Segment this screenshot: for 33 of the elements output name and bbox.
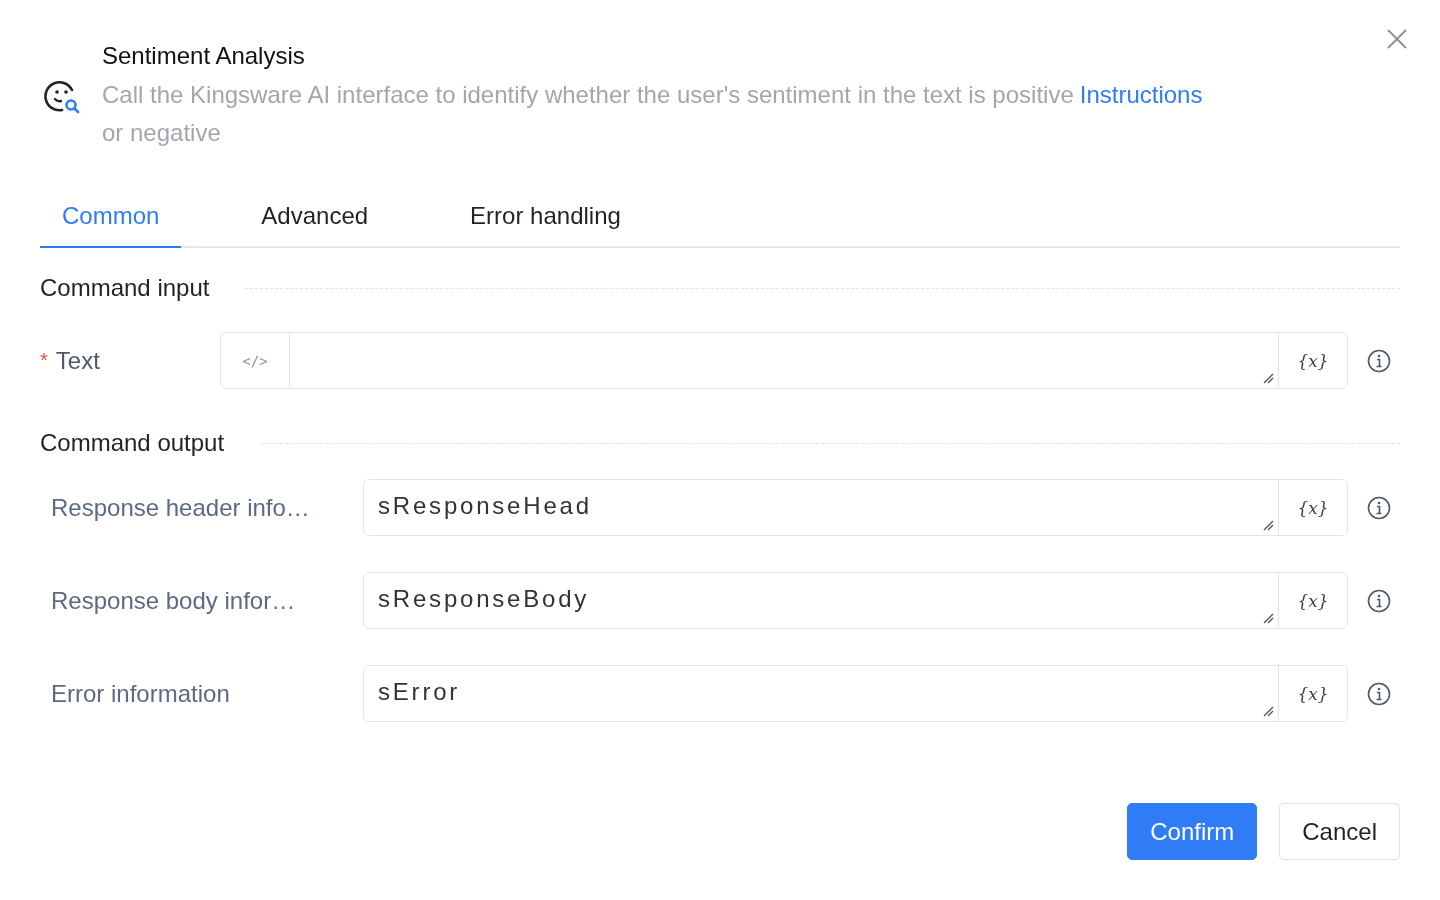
info-icon[interactable] bbox=[1367, 681, 1391, 706]
info-icon[interactable] bbox=[1367, 348, 1391, 373]
field-label: Error information bbox=[51, 679, 231, 708]
resize-grip-icon[interactable] bbox=[1262, 519, 1274, 531]
field-label: Response header info… bbox=[51, 493, 311, 522]
field-frame[interactable]: sResponseBody {x} bbox=[363, 572, 1348, 629]
variable-button[interactable]: {x} bbox=[1278, 333, 1347, 388]
field-frame[interactable]: sResponseHead {x} bbox=[363, 479, 1348, 536]
tab[interactable]: Error handling bbox=[448, 192, 643, 248]
field-label: Response body infor… bbox=[51, 586, 297, 615]
field-frame[interactable]: </> {x} bbox=[220, 332, 1348, 389]
resize-grip-icon[interactable] bbox=[1262, 372, 1274, 384]
description: Call the Kingsware AI interface to identify whether the user's sentiment in the text is positive Instructions or negative bbox=[102, 80, 1203, 148]
info-icon[interactable] bbox=[1367, 495, 1391, 520]
close-icon[interactable] bbox=[1386, 28, 1408, 50]
field-frame[interactable]: sError {x} bbox=[363, 665, 1348, 722]
info-icon[interactable] bbox=[1367, 588, 1391, 613]
tab[interactable]: Advanced bbox=[239, 192, 391, 248]
field-label: Text bbox=[55, 346, 100, 375]
dialog-title: Sentiment Analysis bbox=[102, 42, 306, 70]
variable-button[interactable]: {x} bbox=[1278, 480, 1347, 535]
required-mark: * bbox=[40, 349, 48, 372]
section-title: Command output bbox=[40, 429, 225, 457]
smiley-search-icon bbox=[44, 78, 80, 114]
resize-grip-icon[interactable] bbox=[1262, 705, 1274, 717]
confirm-button[interactable]: Confirm bbox=[1127, 803, 1258, 860]
tab[interactable]: Common bbox=[40, 192, 182, 248]
section-title: Command input bbox=[40, 274, 210, 302]
variable-button[interactable]: {x} bbox=[1278, 666, 1347, 721]
instructions-link[interactable]: Instructions bbox=[1079, 81, 1203, 108]
variable-button[interactable]: {x} bbox=[1278, 573, 1347, 628]
cancel-button[interactable]: Cancel bbox=[1279, 803, 1400, 860]
resize-grip-icon[interactable] bbox=[1262, 612, 1274, 624]
